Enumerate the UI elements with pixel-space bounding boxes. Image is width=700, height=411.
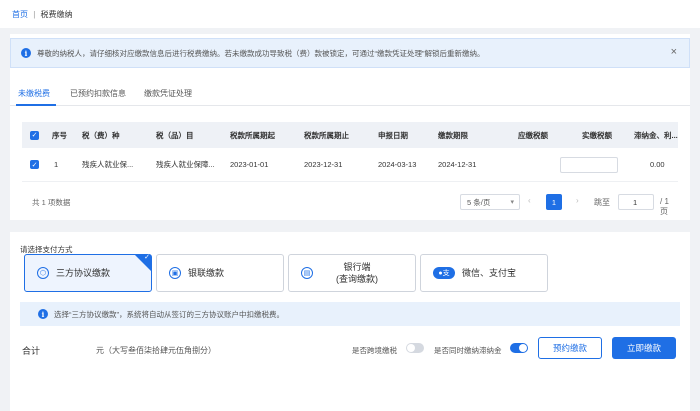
- late-fee-label: 是否同时缴纳滞纳金: [434, 346, 502, 355]
- select-all-checkbox[interactable]: ✓: [30, 130, 39, 140]
- tax-payment-panel: i 尊敬的纳税人，请仔细核对应缴款信息后进行税费缴纳。若未缴款成功导致税（费）款…: [10, 34, 690, 220]
- row-period-start: 2023-01-01: [230, 160, 269, 169]
- shield-icon: ⬡: [37, 267, 49, 279]
- prev-page-icon[interactable]: ‹: [528, 196, 531, 205]
- jump-label: 跳至: [594, 198, 610, 207]
- header-late-fee: 滞纳金、利...: [634, 130, 678, 140]
- cross-border-toggle[interactable]: [406, 343, 424, 353]
- wechat-alipay-icon: ●支: [433, 267, 455, 279]
- next-page-icon[interactable]: ›: [576, 196, 579, 205]
- row-late-fee: 0.00: [650, 160, 665, 169]
- card-icon: ▣: [169, 267, 181, 279]
- breadcrumb: 首页 | 税费缴纳: [0, 0, 700, 28]
- row-deadline: 2024-12-31: [438, 160, 477, 169]
- row-checkbox[interactable]: ✓: [30, 160, 39, 169]
- header-declare-date: 申报日期: [378, 130, 408, 140]
- sum-amount-text: 元（大写叁佰柒拾肆元伍角捌分）: [96, 346, 216, 355]
- header-payable: 应缴税额: [518, 130, 548, 140]
- method-bank-button[interactable]: ▤ 银行端 (查询缴款): [288, 254, 416, 292]
- method-bank-label: 银行端 (查询缴款): [336, 261, 378, 285]
- method-wechat-alipay-button[interactable]: ●支 微信、支付宝: [420, 254, 548, 292]
- method-unionpay-label: 银联缴款: [188, 268, 225, 278]
- header-tax-type: 税（费）种: [82, 130, 120, 140]
- total-count: 共 1 项数据: [32, 198, 71, 207]
- pagination: 共 1 项数据 5 条/页 ▾ ‹ 1 › 跳至 1 / 1 页: [22, 192, 678, 216]
- table-header: ✓ 序号 税（费）种 税（品）目 税款所属期起 税款所属期止 申报日期 缴款期限…: [22, 122, 678, 148]
- header-deadline: 缴款期限: [438, 130, 468, 140]
- row-index: 1: [54, 160, 59, 169]
- page-size-value: 5 条/页: [467, 197, 491, 207]
- tab-bar: 未缴税费 已预约扣款信息 缴款凭证处理: [10, 84, 690, 106]
- method-bank-line1: 银行端: [343, 262, 371, 272]
- row-tax-item: 残疾人就业保障...: [156, 160, 215, 169]
- header-period-end: 税款所属期止: [304, 130, 349, 140]
- check-icon: ✓: [144, 254, 150, 261]
- jump-page-input[interactable]: 1: [618, 194, 654, 210]
- method-wechat-alipay-label: 微信、支付宝: [462, 268, 517, 278]
- tab-voucher[interactable]: 缴款凭证处理: [144, 88, 192, 99]
- header-tax-item: 税（品）目: [156, 130, 194, 140]
- row-tax-type: 残疾人就业保...: [82, 160, 134, 169]
- payment-footer: 合计 元（大写叁佰柒拾肆元伍角捌分） 是否跨境缴税 是否同时缴纳滞纳金 预约缴款…: [10, 332, 690, 372]
- total-pages: / 1 页: [660, 197, 669, 216]
- paid-amount-input[interactable]: [560, 156, 618, 173]
- close-icon[interactable]: ×: [671, 46, 677, 58]
- breadcrumb-home-link[interactable]: 首页: [12, 10, 28, 19]
- header-paid: 实缴税额: [582, 130, 612, 140]
- method-unionpay-button[interactable]: ▣ 银联缴款: [156, 254, 284, 292]
- late-fee-toggle[interactable]: [510, 343, 528, 353]
- header-index: 序号: [52, 130, 67, 140]
- sum-label: 合计: [22, 346, 41, 356]
- active-tab-indicator: [16, 104, 56, 106]
- row-declare-date: 2024-03-13: [378, 160, 417, 169]
- method-bank-line2: (查询缴款): [336, 274, 378, 284]
- tax-table: ✓ 序号 税（费）种 税（品）目 税款所属期起 税款所属期止 申报日期 缴款期限…: [22, 122, 678, 182]
- chevron-down-icon: ▾: [510, 199, 514, 206]
- method-tripartite-label: 三方协议缴款: [56, 268, 111, 278]
- page-1-button[interactable]: 1: [546, 194, 562, 210]
- pay-now-button[interactable]: 立即缴款: [612, 337, 676, 359]
- header-period-start: 税款所属期起: [230, 130, 275, 140]
- tab-unpaid[interactable]: 未缴税费: [18, 88, 50, 99]
- page-size-select[interactable]: 5 条/页 ▾: [460, 194, 520, 210]
- breadcrumb-current: 税费缴纳: [40, 10, 73, 19]
- payment-notice-text: 选择“三方协议缴款”，系统将自动从签订的三方协议账户中扣缴税费。: [54, 309, 284, 319]
- notice-banner: i 尊敬的纳税人，请仔细核对应缴款信息后进行税费缴纳。若未缴款成功导致税（费）款…: [10, 38, 690, 68]
- info-icon: i: [21, 48, 31, 58]
- payment-notice: i 选择“三方协议缴款”，系统将自动从签订的三方协议账户中扣缴税费。: [20, 302, 680, 326]
- bank-icon: ▤: [301, 267, 313, 279]
- table-row: ✓ 1 残疾人就业保... 残疾人就业保障... 2023-01-01 2023…: [22, 148, 678, 182]
- cross-border-label: 是否跨境缴税: [352, 346, 397, 355]
- tab-reserved[interactable]: 已预约扣款信息: [70, 88, 126, 99]
- notice-text: 尊敬的纳税人，请仔细核对应缴款信息后进行税费缴纳。若未缴款成功导致税（费）款被锁…: [37, 48, 485, 58]
- payment-panel: 请选择支付方式 ⬡ 三方协议缴款 ✓ ▣ 银联缴款 ▤ 银行端 (查询缴款) ●…: [10, 232, 690, 411]
- breadcrumb-separator: |: [33, 10, 36, 19]
- method-tripartite-button[interactable]: ⬡ 三方协议缴款 ✓: [24, 254, 152, 292]
- reserve-payment-button[interactable]: 预约缴款: [538, 337, 602, 359]
- row-period-end: 2023-12-31: [304, 160, 343, 169]
- info-icon: i: [38, 309, 48, 319]
